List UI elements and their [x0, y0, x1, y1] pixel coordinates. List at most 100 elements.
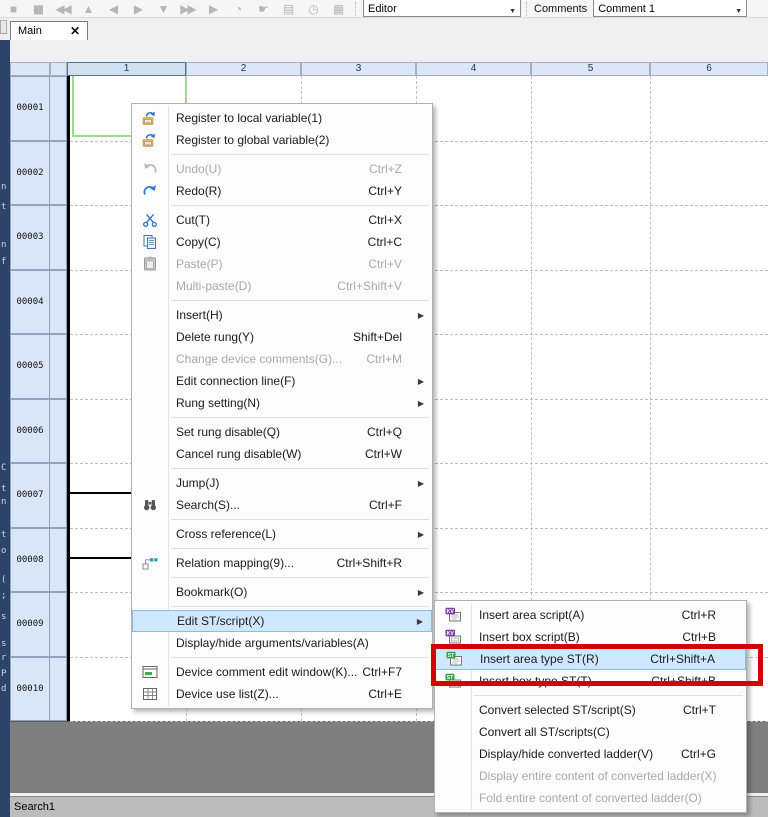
menu-item-device-use-list[interactable]: Device use list(Z)...Ctrl+E: [132, 683, 432, 705]
docked-panel-strip[interactable]: ntnfCtnto(;ssrPd: [0, 40, 10, 817]
monitor-icon[interactable]: ▤: [275, 0, 300, 18]
menu-item-convert-selected-st-script[interactable]: Convert selected ST/script(S)Ctrl+T: [435, 699, 746, 721]
device-batch-icon[interactable]: ▦: [325, 0, 350, 18]
column-header-2[interactable]: 2: [186, 62, 301, 76]
rung-gutter-cell: [50, 141, 67, 206]
column-header-1[interactable]: 1: [67, 62, 186, 76]
tab-main-label: Main: [18, 25, 42, 37]
menu-item-label: Convert selected ST/script(S): [471, 703, 636, 717]
rung-number-00001[interactable]: 00001: [10, 76, 50, 141]
column-header-4[interactable]: 4: [416, 62, 531, 76]
rung-gutter-cell: [50, 528, 67, 593]
rung-number-00008[interactable]: 00008: [10, 528, 50, 593]
column-header-3[interactable]: 3: [301, 62, 416, 76]
menu-item-change-device-comments: Change device comments(G)...Ctrl+M: [132, 348, 432, 370]
cut-icon: [132, 212, 168, 228]
comment-combo[interactable]: Comment 1 ▼: [593, 0, 747, 17]
toolbar-separator: [526, 2, 527, 16]
menu-item-relation-mapping[interactable]: Relation mapping(9)...Ctrl+Shift+R: [132, 552, 432, 574]
menu-separator: [171, 519, 429, 520]
step-back-icon[interactable]: ◀: [100, 0, 125, 18]
clock-icon[interactable]: ◷: [300, 0, 325, 18]
docked-strip-letter: P: [1, 670, 10, 679]
rung-number-00005[interactable]: 00005: [10, 334, 50, 399]
menu-item-bookmark[interactable]: Bookmark(O)▶: [132, 581, 432, 603]
docked-strip-letter: f: [1, 258, 10, 267]
skip-back-icon[interactable]: ◀◀: [50, 0, 75, 18]
editor-combo[interactable]: Editor ▼: [363, 0, 521, 17]
rung-gutter-cell: [50, 334, 67, 399]
step-next-icon[interactable]: ▶: [125, 0, 150, 18]
menu-separator: [474, 695, 743, 696]
rung-number-00003[interactable]: 00003: [10, 205, 50, 270]
submenu-arrow-icon: ▶: [414, 311, 428, 320]
redo-icon: [132, 183, 168, 199]
menu-item-label: Search(S)...: [168, 498, 240, 512]
menu-item-label: Change device comments(G)...: [168, 352, 342, 366]
docked-strip-letter: C: [1, 464, 10, 473]
docked-strip-letter: ;: [1, 592, 10, 601]
rung-gutter-cell: [50, 205, 67, 270]
menu-item-jump[interactable]: Jump(J)▶: [132, 472, 432, 494]
rung-number-00004[interactable]: 00004: [10, 270, 50, 335]
menu-item-convert-all-st-scripts[interactable]: Convert all ST/scripts(C): [435, 721, 746, 743]
menu-item-insert-area-script[interactable]: KVInsert area script(A)Ctrl+R: [435, 604, 746, 626]
menu-item-display-hide-converted-ladder[interactable]: Display/hide converted ladder(V)Ctrl+G: [435, 743, 746, 765]
menu-item-shortcut: Ctrl+Shift+V: [337, 279, 414, 293]
svg-text:KV: KV: [447, 609, 455, 615]
menu-item-edit-st-script[interactable]: Edit ST/script(X)▶: [132, 610, 432, 632]
hand-icon[interactable]: ☛: [250, 0, 275, 18]
run-icon[interactable]: ▶: [200, 0, 225, 18]
rung-number-00009[interactable]: 00009: [10, 592, 50, 657]
menu-item-delete-rung[interactable]: Delete rung(Y)Shift+Del: [132, 326, 432, 348]
column-header-5[interactable]: 5: [531, 62, 650, 76]
tab-scroll-stub: [0, 20, 7, 34]
menu-item-redo[interactable]: Redo(R)Ctrl+Y: [132, 180, 432, 202]
step-down-icon[interactable]: ▼: [150, 0, 175, 18]
comment-combo-value: Comment 1: [598, 3, 655, 15]
menu-item-insert[interactable]: Insert(H)▶: [132, 304, 432, 326]
device-list-icon: [132, 686, 168, 702]
menu-item-cut[interactable]: Cut(T)Ctrl+X: [132, 209, 432, 231]
docked-strip-letter: d: [1, 685, 10, 694]
menu-item-cross-reference[interactable]: Cross reference(L)▶: [132, 523, 432, 545]
skip-forward-icon[interactable]: ▶▶: [175, 0, 200, 18]
stop-icon[interactable]: ■: [0, 0, 25, 18]
menu-item-label: Insert box script(B): [471, 630, 580, 644]
menu-item-label: Redo(R): [168, 184, 221, 198]
menu-item-fold-entire-content-converted-ladder: Fold entire content of converted ladder(…: [435, 787, 746, 809]
column-header-gutter: [50, 62, 67, 76]
menu-item-paste: Paste(P)Ctrl+V: [132, 253, 432, 275]
step-up-icon[interactable]: ▲: [75, 0, 100, 18]
menu-item-set-rung-disable[interactable]: Set rung disable(Q)Ctrl+Q: [132, 421, 432, 443]
menu-item-shortcut: Ctrl+C: [368, 235, 414, 249]
menu-item-copy[interactable]: Copy(C)Ctrl+C: [132, 231, 432, 253]
menu-item-rung-setting[interactable]: Rung setting(N)▶: [132, 392, 432, 414]
pause-icon[interactable]: ▮▮: [25, 0, 50, 18]
menu-item-edit-connection-line[interactable]: Edit connection line(F)▶: [132, 370, 432, 392]
menu-separator: [171, 577, 429, 578]
column-header-6[interactable]: 6: [650, 62, 768, 76]
menu-item-shortcut: Ctrl+R: [682, 608, 728, 622]
menu-item-register-local-variable[interactable]: Register to local variable(1): [132, 107, 432, 129]
menu-item-register-global-variable[interactable]: Register to global variable(2): [132, 129, 432, 151]
menu-item-search[interactable]: Search(S)...Ctrl+F: [132, 494, 432, 516]
toolbar: ■▮▮◀◀▲◀▶▼▶▶▶◔☛▤◷▦ Editor ▼ Comments Comm…: [0, 0, 768, 18]
menu-item-label: Convert all ST/scripts(C): [471, 725, 610, 739]
menu-item-label: Multi-paste(D): [168, 279, 251, 293]
watch-icon[interactable]: ◔: [225, 0, 250, 18]
rung-number-00007[interactable]: 00007: [10, 463, 50, 528]
area-script-icon: KV: [435, 607, 471, 623]
rung-number-00010[interactable]: 00010: [10, 657, 50, 722]
menu-item-cancel-rung-disable[interactable]: Cancel rung disable(W)Ctrl+W: [132, 443, 432, 465]
menu-item-shortcut: Ctrl+X: [368, 213, 414, 227]
svg-text:KV: KV: [447, 631, 455, 637]
search-icon: [132, 497, 168, 513]
menu-item-label: Register to global variable(2): [168, 133, 329, 147]
rung-number-00002[interactable]: 00002: [10, 141, 50, 206]
rung-number-00006[interactable]: 00006: [10, 399, 50, 464]
tab-main[interactable]: Main ✕: [10, 21, 88, 40]
menu-item-device-comment-edit-window[interactable]: Device comment edit window(K)...Ctrl+F7: [132, 661, 432, 683]
close-icon[interactable]: ✕: [70, 26, 80, 36]
menu-item-display-hide-arguments[interactable]: Display/hide arguments/variables(A): [132, 632, 432, 654]
